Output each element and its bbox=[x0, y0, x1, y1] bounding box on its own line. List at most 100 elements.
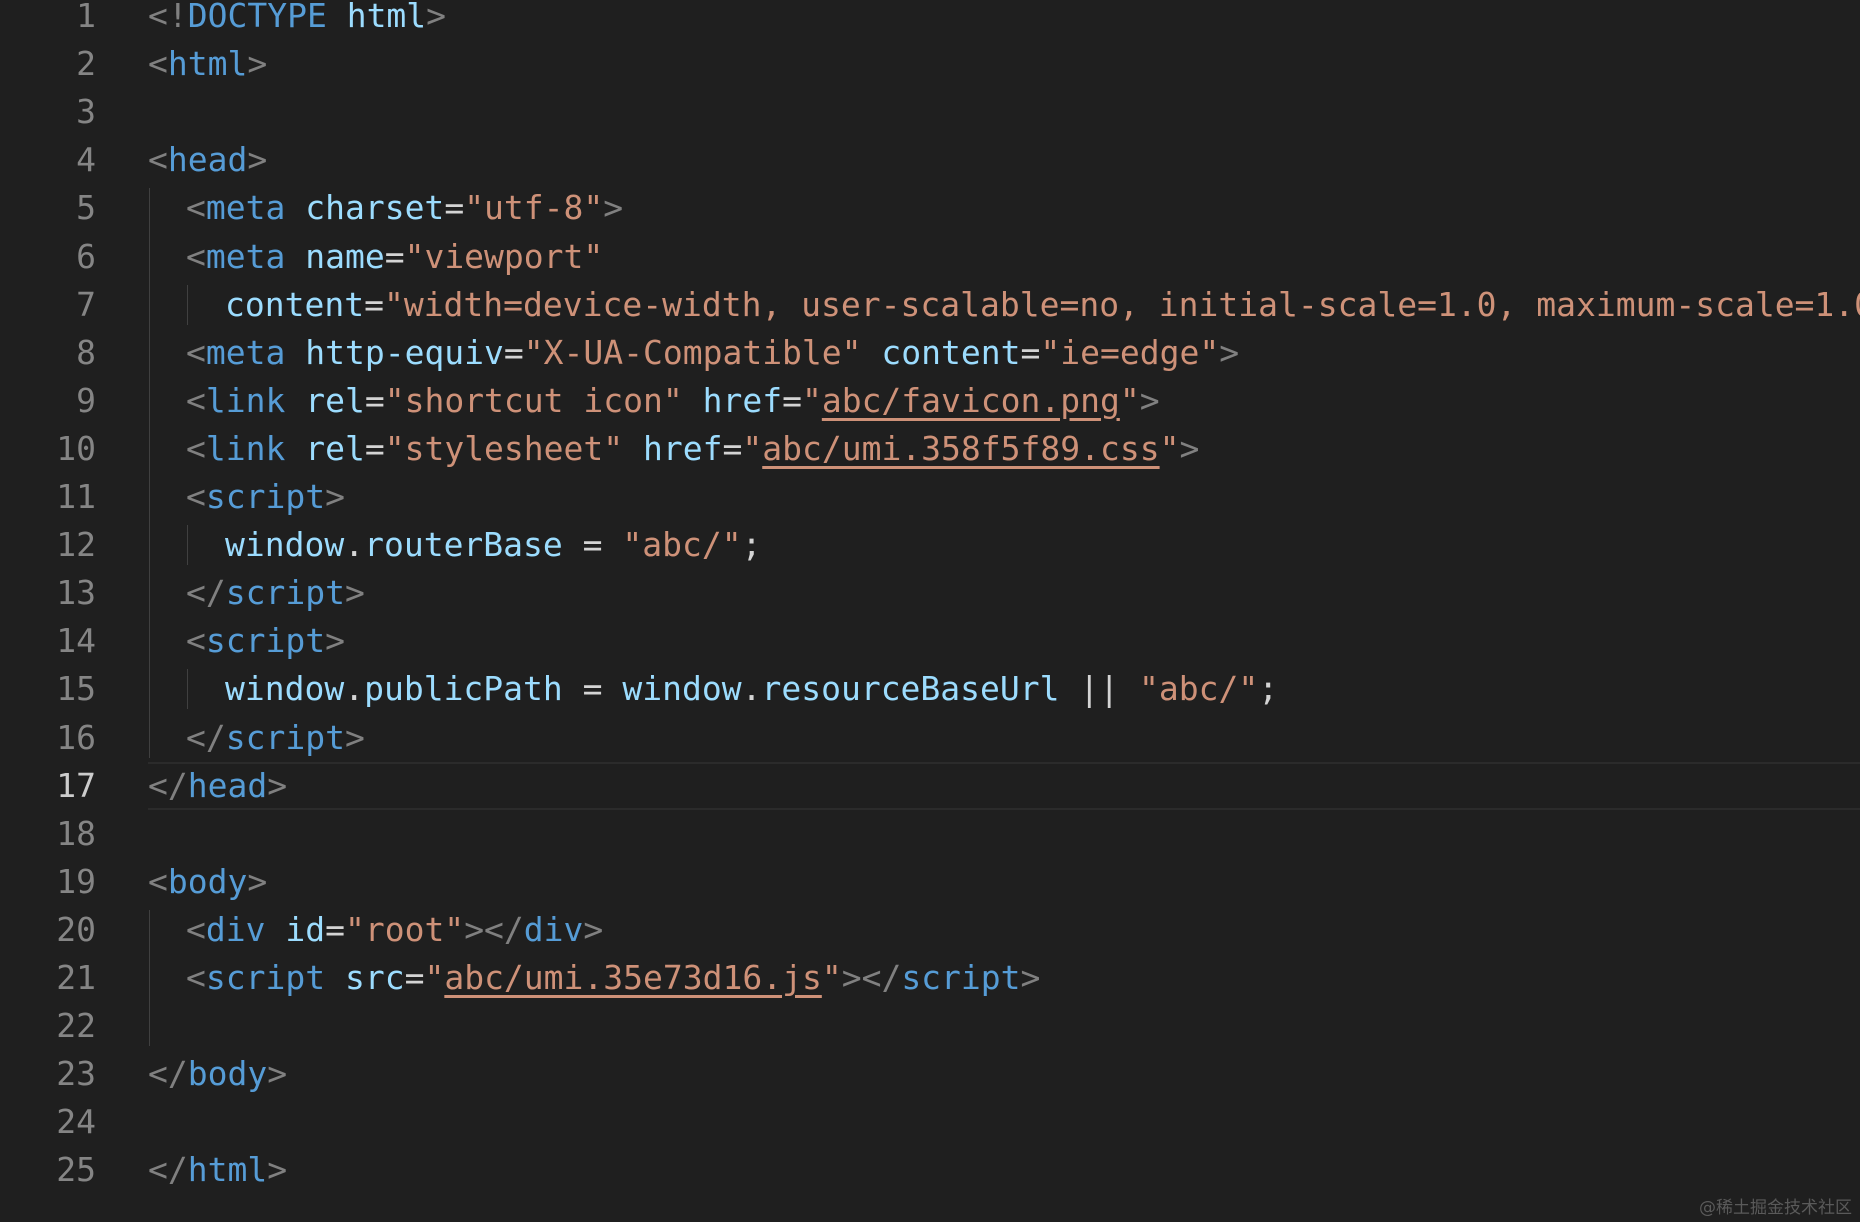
code-token: > bbox=[247, 140, 268, 180]
code-token: "ie=edge" bbox=[1040, 332, 1220, 372]
line-number[interactable]: 9 bbox=[0, 377, 96, 425]
code-token: name bbox=[285, 236, 385, 276]
code-line[interactable]: <body> bbox=[148, 858, 267, 906]
line-number[interactable]: 11 bbox=[0, 473, 96, 521]
code-token: > bbox=[344, 717, 365, 757]
code-token: < bbox=[148, 44, 168, 84]
line-number[interactable]: 14 bbox=[0, 617, 96, 665]
code-line[interactable]: <meta charset="utf-8"> bbox=[186, 184, 623, 232]
code-line[interactable]: </body> bbox=[148, 1050, 287, 1098]
line-number[interactable]: 22 bbox=[0, 1002, 96, 1050]
line-number[interactable]: 16 bbox=[0, 714, 96, 762]
code-token: </ bbox=[186, 573, 226, 613]
line-number[interactable]: 25 bbox=[0, 1146, 96, 1194]
code-token: "stylesheet" bbox=[384, 428, 624, 468]
indent-guide bbox=[149, 909, 150, 1047]
line-number[interactable]: 23 bbox=[0, 1050, 96, 1098]
code-line[interactable]: <link rel="stylesheet" href="abc/umi.358… bbox=[186, 425, 1199, 473]
code-token: head bbox=[167, 140, 248, 180]
line-number[interactable]: 7 bbox=[0, 281, 96, 329]
code-line[interactable]: </html> bbox=[148, 1146, 287, 1194]
code-token: link bbox=[205, 428, 286, 468]
code-token: script bbox=[225, 573, 345, 613]
code-token: content bbox=[861, 332, 1021, 372]
code-token: "utf-8" bbox=[464, 188, 604, 228]
code-token: = bbox=[782, 380, 802, 420]
code-token: resourceBaseUrl bbox=[761, 669, 1060, 709]
code-token: < bbox=[186, 958, 206, 997]
line-number[interactable]: 12 bbox=[0, 521, 96, 569]
line-number[interactable]: 3 bbox=[0, 88, 96, 136]
code-line[interactable]: </script> bbox=[186, 569, 365, 617]
code-token: routerBase bbox=[364, 525, 563, 565]
code-token: http-equiv bbox=[285, 332, 504, 372]
code-token: href bbox=[682, 380, 783, 420]
code-line[interactable]: <meta name="viewport" bbox=[186, 233, 603, 281]
watermark: @稀土掘金技术社区 bbox=[1699, 1198, 1852, 1218]
line-number[interactable]: 24 bbox=[0, 1098, 96, 1146]
code-line[interactable]: <meta http-equiv="X-UA-Compatible" conte… bbox=[186, 329, 1239, 377]
code-token: > bbox=[325, 477, 345, 516]
line-number[interactable]: 18 bbox=[0, 810, 96, 858]
code-token: > bbox=[267, 1150, 288, 1190]
code-line[interactable]: <script> bbox=[186, 473, 345, 521]
code-line[interactable]: <script src="abc/umi.35e73d16.js"></scri… bbox=[186, 954, 1040, 1002]
code-token: abc/favicon.png bbox=[821, 380, 1120, 420]
code-token: > bbox=[1219, 332, 1240, 372]
code-line[interactable]: <link rel="shortcut icon" href="abc/favi… bbox=[186, 377, 1160, 425]
line-number[interactable]: 8 bbox=[0, 329, 96, 377]
code-token: "viewport" bbox=[404, 236, 604, 276]
code-token: "abc/" bbox=[1138, 669, 1259, 709]
code-token: < bbox=[148, 140, 168, 180]
code-token: meta bbox=[205, 236, 286, 276]
code-token: window bbox=[225, 525, 345, 565]
code-token: < bbox=[186, 909, 206, 949]
code-token: > bbox=[1139, 380, 1160, 420]
line-number[interactable]: 10 bbox=[0, 425, 96, 473]
code-editor[interactable]: 1 <!DOCTYPE html> 2 <html> 3 4 <head> 5 <meta ch… bbox=[0, 0, 1860, 1222]
line-number[interactable]: 15 bbox=[0, 665, 96, 713]
code-line[interactable]: window.publicPath = window.resourceBaseU… bbox=[225, 665, 1278, 713]
code-token: = bbox=[562, 669, 623, 709]
line-number[interactable]: 5 bbox=[0, 184, 96, 232]
code-token: > bbox=[583, 909, 604, 949]
line-number[interactable]: 4 bbox=[0, 136, 96, 184]
code-token: ; bbox=[741, 525, 762, 565]
line-number[interactable]: 21 bbox=[0, 954, 96, 1002]
code-line[interactable]: </head> bbox=[148, 762, 287, 810]
code-token: = bbox=[1020, 332, 1041, 372]
code-token: > bbox=[267, 765, 288, 805]
line-number[interactable]: 13 bbox=[0, 569, 96, 617]
code-line[interactable]: <!DOCTYPE html> bbox=[148, 0, 446, 40]
line-number[interactable]: 20 bbox=[0, 906, 96, 954]
code-line[interactable]: window.routerBase = "abc/"; bbox=[225, 521, 761, 569]
code-token: < bbox=[186, 428, 206, 468]
code-token: = bbox=[404, 958, 425, 997]
line-number[interactable]: 6 bbox=[0, 233, 96, 281]
code-line[interactable]: <div id="root"></div> bbox=[186, 906, 603, 954]
code-line[interactable]: </script> bbox=[186, 714, 365, 762]
line-number[interactable]: 17 bbox=[0, 762, 96, 810]
code-token: = bbox=[384, 236, 405, 276]
code-token: script bbox=[225, 717, 345, 757]
code-line[interactable]: <head> bbox=[148, 136, 267, 184]
code-token: > bbox=[247, 44, 268, 84]
code-token: src bbox=[325, 958, 405, 997]
code-token: meta bbox=[205, 188, 286, 228]
code-token: script bbox=[205, 621, 326, 661]
code-token: < bbox=[186, 621, 206, 661]
code-line[interactable]: <html> bbox=[148, 40, 267, 88]
code-token: html bbox=[167, 44, 248, 84]
code-line[interactable]: content="width=device-width, user-scalab… bbox=[225, 281, 1860, 329]
code-line[interactable]: <script> bbox=[186, 617, 345, 665]
code-token: < bbox=[186, 380, 206, 420]
code-token: window bbox=[225, 669, 345, 709]
code-token: " bbox=[742, 428, 763, 468]
line-number[interactable]: 2 bbox=[0, 40, 96, 88]
line-number[interactable]: 19 bbox=[0, 858, 96, 906]
code-token: > bbox=[247, 861, 268, 901]
code-token: "abc/" bbox=[622, 525, 742, 565]
code-token: < bbox=[148, 861, 168, 901]
line-number[interactable]: 1 bbox=[0, 0, 96, 40]
code-token: > bbox=[267, 1054, 288, 1094]
